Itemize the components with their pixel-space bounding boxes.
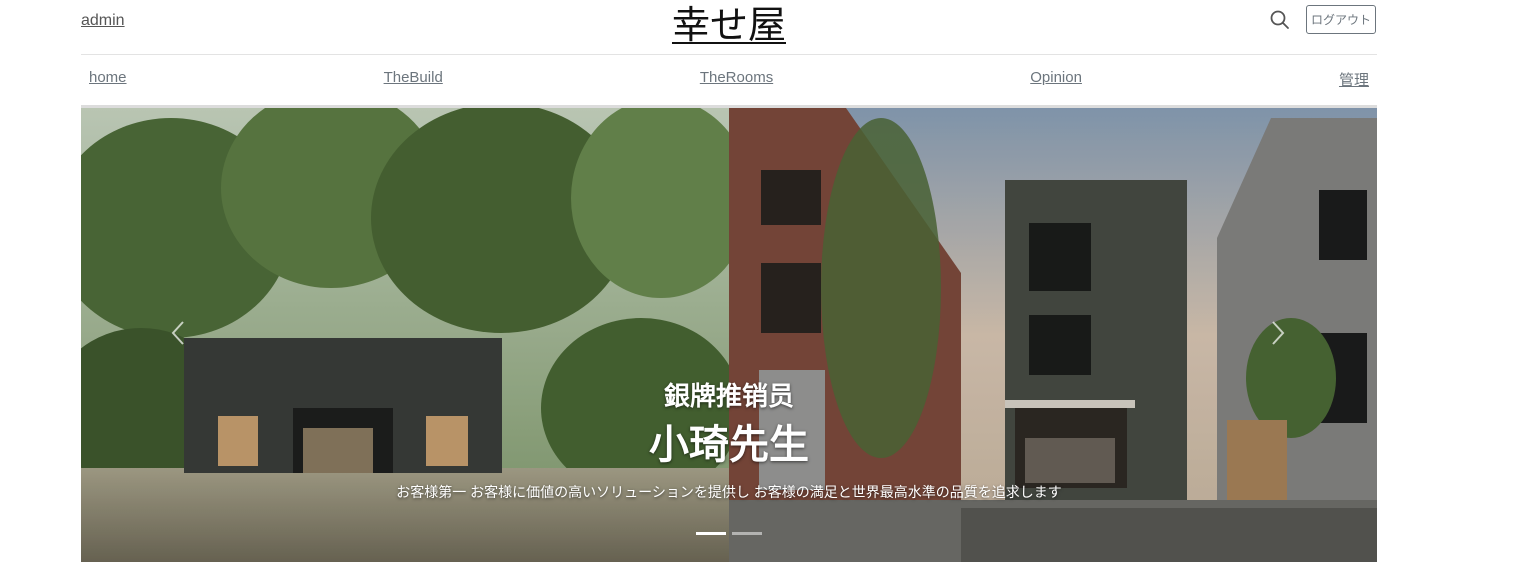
nav-item-opinion[interactable]: Opinion [1030, 69, 1082, 91]
search-icon[interactable] [1269, 9, 1291, 31]
caption-text: お客様第一 お客様に価値の高いソリューションを提供し お客様の満足と世界最高水準… [396, 484, 1062, 500]
nav-item-home[interactable]: home [89, 69, 127, 91]
carousel-caption: 銀牌推销员 小琦先生 お客様第一 お客様に価値の高いソリューションを提供し お客… [81, 380, 1377, 502]
chevron-right-icon[interactable] [1265, 318, 1291, 348]
caption-title: 小琦先生 [649, 422, 809, 467]
caption-subtitle: 銀牌推销员 [663, 382, 794, 411]
chevron-left-icon[interactable] [165, 318, 191, 348]
main-nav: home TheBuild TheRooms Opinion 管理 [89, 69, 1369, 91]
site-title[interactable]: 幸せ屋 [672, 5, 786, 47]
carousel-indicators [81, 532, 1377, 535]
site-title-wrapper: 幸せ屋 [81, 0, 1377, 49]
hero-carousel: 銀牌推销员 小琦先生 お客様第一 お客様に価値の高いソリューションを提供し お客… [81, 108, 1377, 562]
page-container: admin 幸せ屋 ログアウト home TheBuild TheRooms O… [81, 0, 1377, 562]
carousel-indicator[interactable] [732, 532, 762, 535]
logout-button[interactable]: ログアウト [1306, 5, 1376, 34]
nav-item-therooms[interactable]: TheRooms [700, 69, 773, 91]
nav-item-admin[interactable]: 管理 [1339, 69, 1369, 91]
carousel-indicator[interactable] [696, 532, 726, 535]
header-divider [81, 54, 1377, 55]
nav-item-thebuild[interactable]: TheBuild [384, 69, 443, 91]
